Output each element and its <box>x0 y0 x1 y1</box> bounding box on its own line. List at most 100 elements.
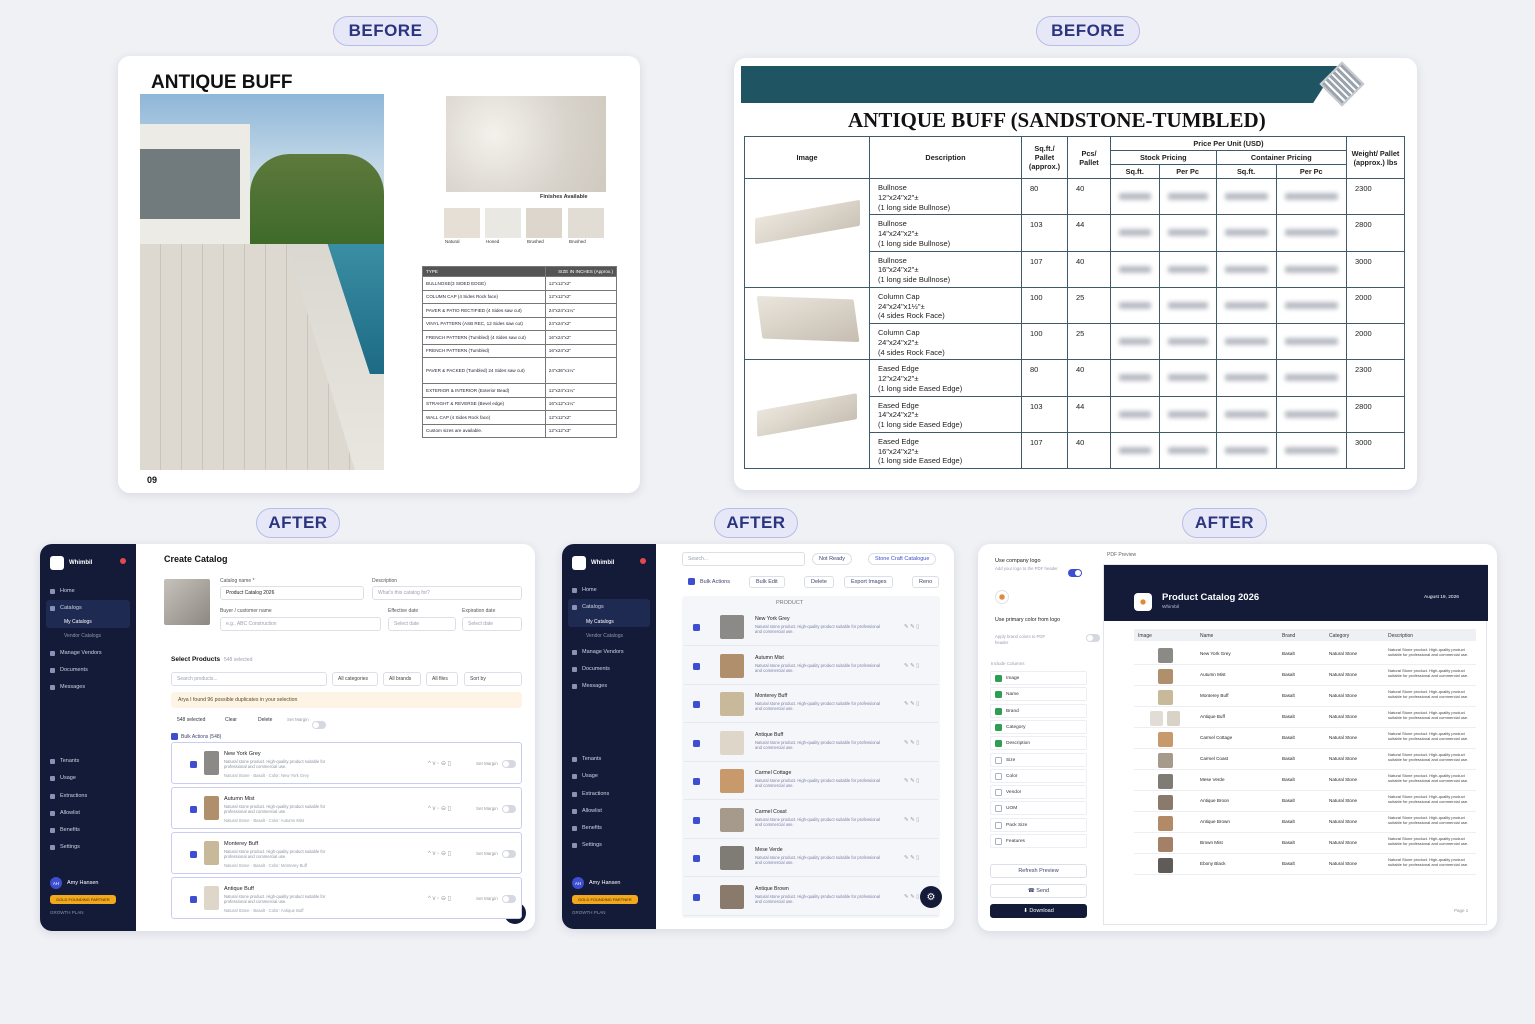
catalog-name-input[interactable]: Product Catalog 2026 <box>220 586 364 600</box>
clear-button[interactable]: Clear <box>225 717 237 723</box>
buyer-input[interactable]: e.g., ABC Construction <box>220 617 381 631</box>
nav-allowlist[interactable]: Allowlist <box>50 810 80 816</box>
product-card[interactable]: Antique Buff Natural stone product. High-… <box>171 877 522 919</box>
column-option[interactable]: Features <box>990 834 1087 848</box>
pin-icon[interactable] <box>120 558 126 564</box>
nav-settings[interactable]: Settings <box>50 844 80 850</box>
column-option[interactable]: Size <box>990 752 1087 767</box>
row-actions-icon[interactable]: ✎ ✎ ▯ <box>904 624 919 630</box>
column-checkbox[interactable] <box>995 707 1002 715</box>
nav-extractions[interactable]: Extractions <box>50 793 87 799</box>
filter-brands[interactable]: All brands <box>383 672 421 686</box>
nav-messages[interactable]: Messages <box>50 684 85 690</box>
product-row[interactable]: New York Grey Natural stone product. High… <box>684 610 938 646</box>
row-actions-icon[interactable]: ✎ ✎ ▯ <box>904 855 919 861</box>
nav-documents[interactable]: Documents <box>50 667 88 673</box>
nav-benefits-2[interactable]: Benefits <box>572 825 602 831</box>
bulk-checkbox[interactable] <box>171 733 178 740</box>
column-checkbox[interactable] <box>995 838 1002 845</box>
row-checkbox[interactable] <box>693 662 700 670</box>
catalog-cover-image[interactable] <box>164 579 210 625</box>
bulk-edit-button[interactable]: Bulk Edit <box>749 576 785 588</box>
row-actions-icon[interactable]: ✎ ✎ ▯ <box>904 894 919 900</box>
product-checkbox[interactable] <box>190 851 197 858</box>
nav-settings-2[interactable]: Settings <box>572 842 602 848</box>
column-checkbox[interactable] <box>995 789 1002 797</box>
row-checkbox[interactable] <box>693 778 700 785</box>
row-checkbox[interactable] <box>693 701 700 708</box>
row-checkbox[interactable] <box>693 624 700 631</box>
search-input[interactable]: Search... <box>682 552 805 566</box>
column-checkbox[interactable] <box>995 675 1002 682</box>
row-actions-icon[interactable]: ^ v ◦ ⊖ ▯ <box>428 760 451 767</box>
nav-messages-2[interactable]: Messages <box>572 683 607 689</box>
product-card[interactable]: New York Grey Natural stone product. High… <box>171 742 522 784</box>
column-option[interactable]: Name <box>990 687 1087 702</box>
status-chip[interactable]: Not Ready <box>812 553 852 565</box>
column-option[interactable]: UOM <box>990 801 1087 816</box>
column-option[interactable]: Description <box>990 736 1087 751</box>
column-option[interactable]: Color <box>990 768 1087 783</box>
nav-usage-2[interactable]: Usage <box>572 773 598 779</box>
expiration-date-input[interactable]: Select date <box>462 617 522 631</box>
bulk-actions-button[interactable]: Bulk Actions <box>700 579 730 585</box>
nav-my-catalogs-2[interactable]: My Catalogs <box>586 619 614 625</box>
refresh-preview-button[interactable]: Refresh Preview <box>990 864 1087 878</box>
reno-button[interactable]: Reno <box>912 576 940 588</box>
product-row[interactable]: Monterey Buff Natural stone product. High… <box>684 687 938 723</box>
filter-categories[interactable]: All categories <box>332 672 378 686</box>
row-actions-icon[interactable]: ^ v ◦ ⊖ ▯ <box>428 850 451 857</box>
row-actions-icon[interactable]: ✎ ✎ ▯ <box>904 778 919 784</box>
product-card[interactable]: Autumn Mist Natural stone product. High-q… <box>171 787 522 829</box>
row-checkbox[interactable] <box>693 816 700 824</box>
set-margin-toggle[interactable] <box>502 805 516 813</box>
row-checkbox[interactable] <box>693 855 700 862</box>
use-logo-toggle[interactable] <box>1068 569 1082 577</box>
select-all-checkbox[interactable] <box>688 578 695 585</box>
row-actions-icon[interactable]: ^ v ◦ ⊖ ▯ <box>428 895 451 902</box>
nav-my-catalogs[interactable]: My Catalogs <box>64 619 92 625</box>
delete-button[interactable]: Delete <box>258 717 272 723</box>
nav-usage[interactable]: Usage <box>50 775 76 781</box>
pin-icon-2[interactable] <box>640 558 646 564</box>
column-checkbox[interactable] <box>995 756 1002 764</box>
product-checkbox[interactable] <box>190 896 197 903</box>
nav-benefits[interactable]: Benefits <box>50 827 80 833</box>
catalogue-chip[interactable]: Stone Craft Catalogue <box>868 553 937 565</box>
row-checkbox[interactable] <box>693 739 700 747</box>
product-row[interactable]: Mese Verde Natural stone product. High-qu… <box>684 841 938 877</box>
avatar-2[interactable]: AH <box>572 877 584 889</box>
filter-files[interactable]: All files <box>426 672 458 686</box>
product-search-input[interactable]: Search products... <box>171 672 327 686</box>
row-actions-icon[interactable]: ✎ ✎ ▯ <box>904 663 919 669</box>
nav-allowlist-2[interactable]: Allowlist <box>572 808 602 814</box>
nav-vendor-catalogs[interactable]: Vendor Catalogs <box>64 633 101 639</box>
product-checkbox[interactable] <box>190 761 197 768</box>
column-checkbox[interactable] <box>995 723 1002 731</box>
sort-by[interactable]: Sort by <box>464 672 522 686</box>
column-option[interactable]: Image <box>990 671 1087 685</box>
product-row[interactable]: Carmel Cottage Natural stone product. Hig… <box>684 764 938 800</box>
effective-date-input[interactable]: Select date <box>388 617 456 631</box>
column-checkbox[interactable] <box>995 740 1002 748</box>
nav-tenants[interactable]: Tenants <box>50 758 79 764</box>
row-actions-icon[interactable]: ✎ ✎ ▯ <box>904 701 919 707</box>
nav-manage-vendors[interactable]: Manage Vendors <box>50 650 102 656</box>
nav-home[interactable]: Home <box>50 588 75 594</box>
avatar[interactable]: AH <box>50 877 62 889</box>
use-color-toggle[interactable] <box>1086 634 1101 642</box>
product-card[interactable]: Monterey Buff Natural stone product. High… <box>171 832 522 874</box>
description-input[interactable]: What's this catalog for? <box>372 586 522 600</box>
nav-home-2[interactable]: Home <box>572 587 597 593</box>
product-checkbox[interactable] <box>190 806 197 813</box>
column-option[interactable]: Brand <box>990 703 1087 718</box>
product-row[interactable]: Autumn Mist Natural stone product. High-q… <box>684 649 938 685</box>
nav-extractions-2[interactable]: Extractions <box>572 791 609 797</box>
nav-manage-vendors-2[interactable]: Manage Vendors <box>572 649 624 655</box>
column-checkbox[interactable] <box>995 805 1002 813</box>
product-row[interactable]: Carmel Coast Natural stone product. High-… <box>684 803 938 839</box>
set-margin-toggle[interactable] <box>502 850 516 858</box>
send-button[interactable]: ☎ Send <box>990 884 1087 898</box>
nav-catalogs[interactable]: Catalogs <box>50 605 82 611</box>
product-row[interactable]: Antique Brown Natural stone product. High… <box>684 880 938 916</box>
